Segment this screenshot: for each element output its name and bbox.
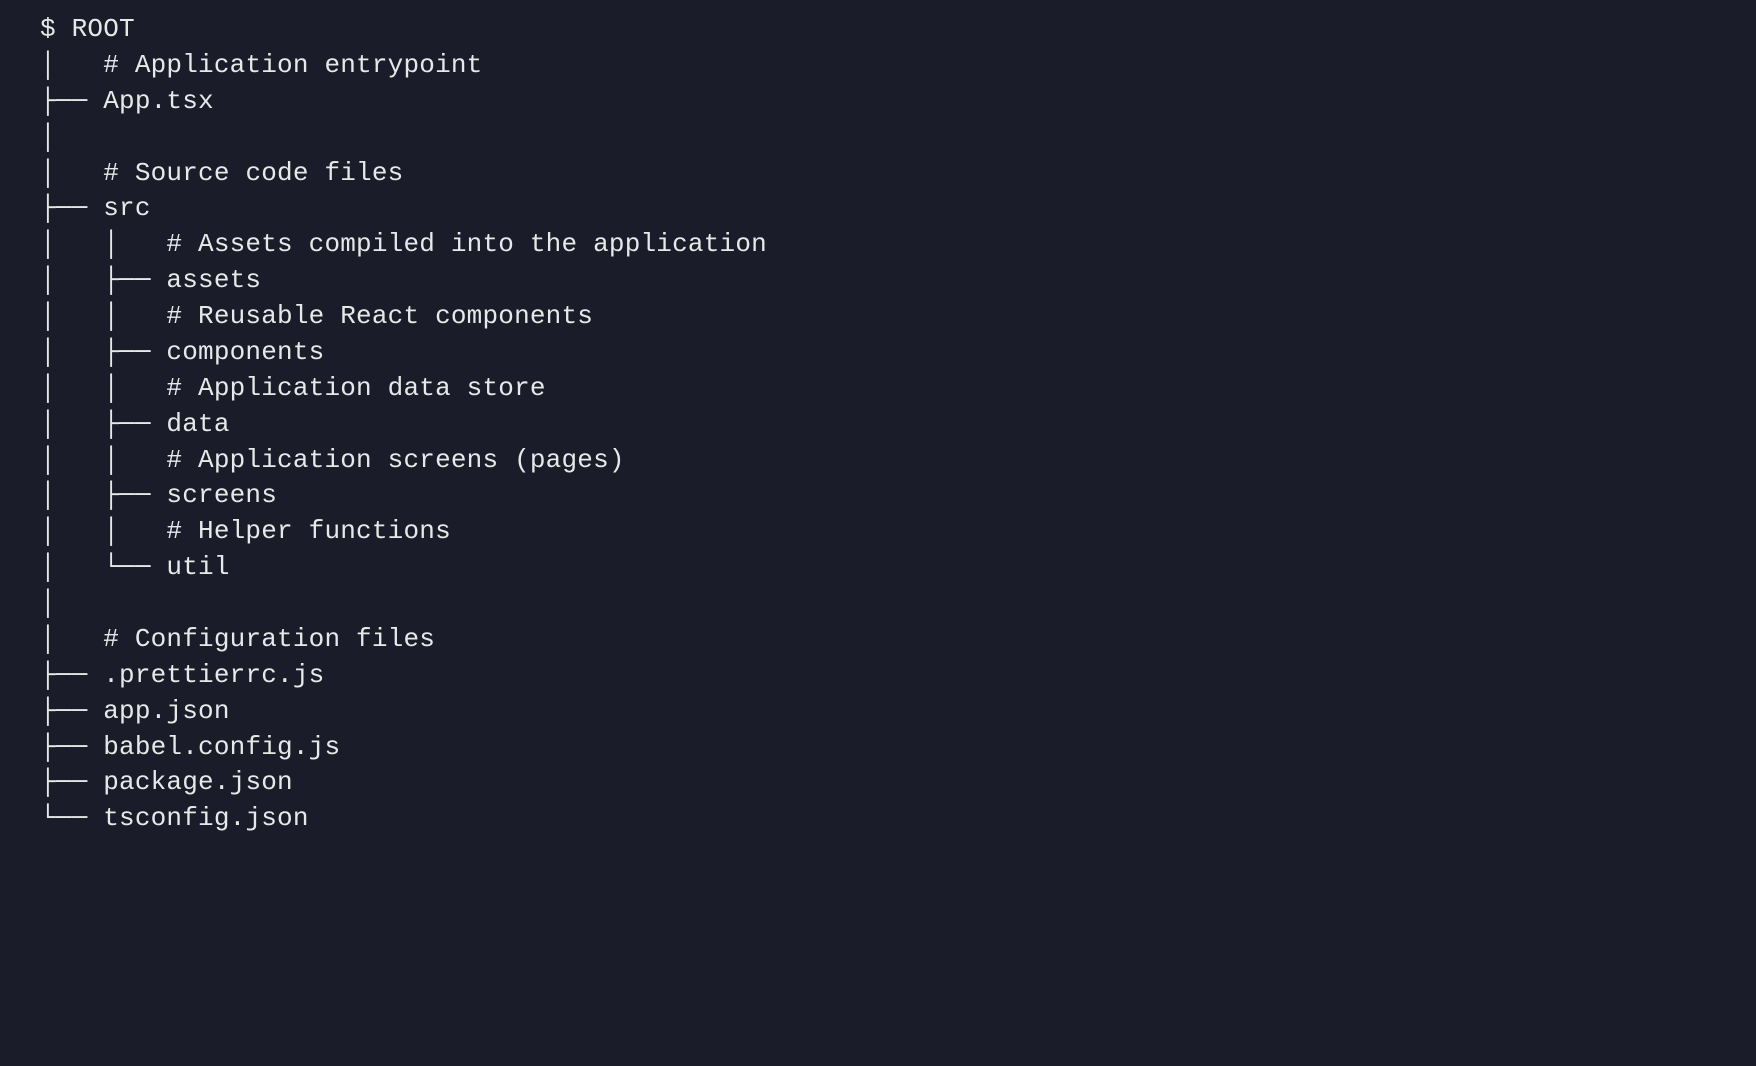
tree-dir: screens <box>166 480 277 510</box>
tree-line: ├── app.json <box>40 696 230 726</box>
tree-comment: # Source code files <box>103 158 403 188</box>
tree-branch-prefix: │ │ <box>40 445 166 475</box>
tree-comment: # Reusable React components <box>166 301 593 331</box>
tree-comment: # Configuration files <box>103 624 435 654</box>
tree-branch-prefix: └── <box>40 803 103 833</box>
tree-branch-prefix: │ <box>40 122 56 152</box>
tree-branch-prefix: │ <box>40 588 56 618</box>
directory-tree: $ ROOT │ # Application entrypoint ├── Ap… <box>40 12 1756 837</box>
tree-branch-prefix: │ │ <box>40 229 166 259</box>
tree-line: ├── src <box>40 193 151 223</box>
tree-branch-prefix: │ ├── <box>40 337 166 367</box>
tree-line: ├── package.json <box>40 767 293 797</box>
tree-branch-prefix: ├── <box>40 86 103 116</box>
tree-file: package.json <box>103 767 293 797</box>
tree-line: ├── .prettierrc.js <box>40 660 324 690</box>
tree-branch-prefix: │ <box>40 624 103 654</box>
tree-comment: # Application data store <box>166 373 545 403</box>
tree-comment: # Assets compiled into the application <box>166 229 767 259</box>
tree-branch-prefix: │ │ <box>40 516 166 546</box>
tree-line: │ ├── assets <box>40 265 261 295</box>
tree-line: │ │ # Assets compiled into the applicati… <box>40 229 767 259</box>
tree-file: .prettierrc.js <box>103 660 324 690</box>
tree-file: App.tsx <box>103 86 214 116</box>
tree-branch-prefix: │ └── <box>40 552 166 582</box>
tree-comment: # Application screens (pages) <box>166 445 624 475</box>
tree-dir: components <box>166 337 324 367</box>
tree-line: │ <box>40 588 56 618</box>
tree-dir: data <box>166 409 229 439</box>
tree-dir: assets <box>166 265 261 295</box>
tree-file: tsconfig.json <box>103 803 308 833</box>
tree-line: ├── babel.config.js <box>40 732 340 762</box>
tree-file: app.json <box>103 696 229 726</box>
tree-comment: # Application entrypoint <box>103 50 482 80</box>
tree-line: │ ├── screens <box>40 480 277 510</box>
tree-branch-prefix: ├── <box>40 193 103 223</box>
tree-branch-prefix: ├── <box>40 732 103 762</box>
tree-line: └── tsconfig.json <box>40 803 309 833</box>
tree-line: │ # Source code files <box>40 158 403 188</box>
tree-line: │ ├── components <box>40 337 324 367</box>
tree-line: │ └── util <box>40 552 230 582</box>
tree-branch-prefix: │ ├── <box>40 409 166 439</box>
tree-line: ├── App.tsx <box>40 86 214 116</box>
tree-file: babel.config.js <box>103 732 340 762</box>
tree-line: │ ├── data <box>40 409 230 439</box>
tree-line: │ # Application entrypoint <box>40 50 482 80</box>
tree-branch-prefix: ├── <box>40 767 103 797</box>
tree-branch-prefix: │ │ <box>40 301 166 331</box>
tree-branch-prefix: │ <box>40 50 103 80</box>
tree-line: │ <box>40 122 56 152</box>
tree-branch-prefix: │ ├── <box>40 265 166 295</box>
tree-dir: src <box>103 193 150 223</box>
tree-branch-prefix: │ <box>40 158 103 188</box>
tree-line: │ │ # Application data store <box>40 373 546 403</box>
tree-line: │ │ # Application screens (pages) <box>40 445 625 475</box>
tree-line: │ │ # Helper functions <box>40 516 451 546</box>
tree-branch-prefix: ├── <box>40 660 103 690</box>
tree-branch-prefix: ├── <box>40 696 103 726</box>
prompt-line: $ ROOT <box>40 14 135 44</box>
tree-branch-prefix: │ │ <box>40 373 166 403</box>
tree-branch-prefix: │ ├── <box>40 480 166 510</box>
tree-line: │ # Configuration files <box>40 624 435 654</box>
tree-comment: # Helper functions <box>166 516 450 546</box>
tree-line: │ │ # Reusable React components <box>40 301 593 331</box>
tree-dir: util <box>166 552 229 582</box>
